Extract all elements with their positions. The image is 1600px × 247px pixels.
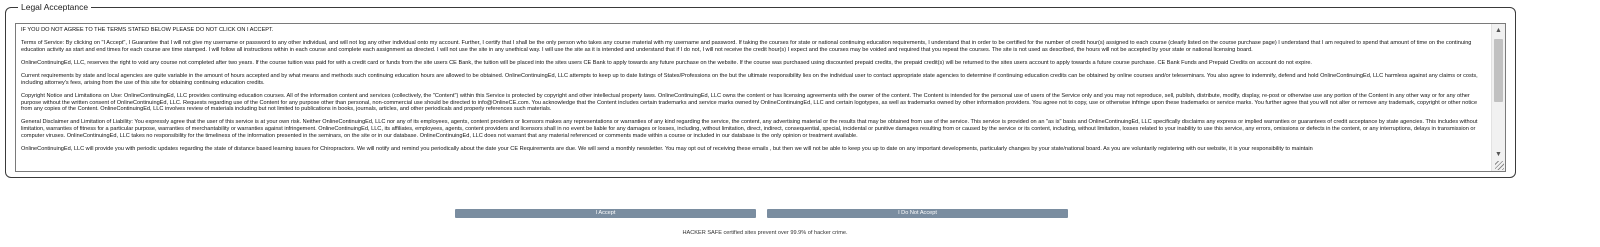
accept-button[interactable]: I Accept — [455, 209, 756, 218]
hacker-safe-note: HACKER SAFE certified sites prevent over… — [682, 230, 848, 236]
legal-acceptance-legend: Legal Acceptance — [18, 1, 92, 13]
chevron-down-icon[interactable]: ▼ — [1492, 149, 1505, 161]
legal-acceptance-fieldset: Legal Acceptance IF YOU DO NOT AGREE TO … — [5, 1, 1516, 178]
terms-paragraph: IF YOU DO NOT AGREE TO THE TERMS STATED … — [21, 27, 274, 33]
resize-grip-icon[interactable] — [1495, 161, 1504, 170]
terms-scrollbar[interactable]: ▲ ▼ — [1491, 24, 1505, 171]
terms-text: IF YOU DO NOT AGREE TO THE TERMS STATED … — [21, 27, 1485, 171]
decline-button[interactable]: I Do Not Accept — [767, 209, 1068, 218]
terms-textarea[interactable]: IF YOU DO NOT AGREE TO THE TERMS STATED … — [15, 23, 1506, 172]
terms-paragraph: Copyright Notice and Limitations on Use:… — [21, 92, 1478, 113]
terms-paragraph: General Disclaimer and Limitation of Lia… — [21, 119, 1478, 139]
terms-paragraph: Current requirements by state and local … — [21, 73, 1478, 86]
chevron-up-icon[interactable]: ▲ — [1492, 25, 1505, 37]
scrollbar-thumb[interactable] — [1494, 39, 1503, 102]
terms-paragraph: OnlineContinuingEd, LLC will provide you… — [21, 145, 1313, 152]
terms-paragraph: OnlineContinuingEd, LLC, reserves the ri… — [21, 59, 1312, 66]
terms-paragraph: Terms of Service: By clicking on "I Acce… — [21, 40, 1472, 53]
